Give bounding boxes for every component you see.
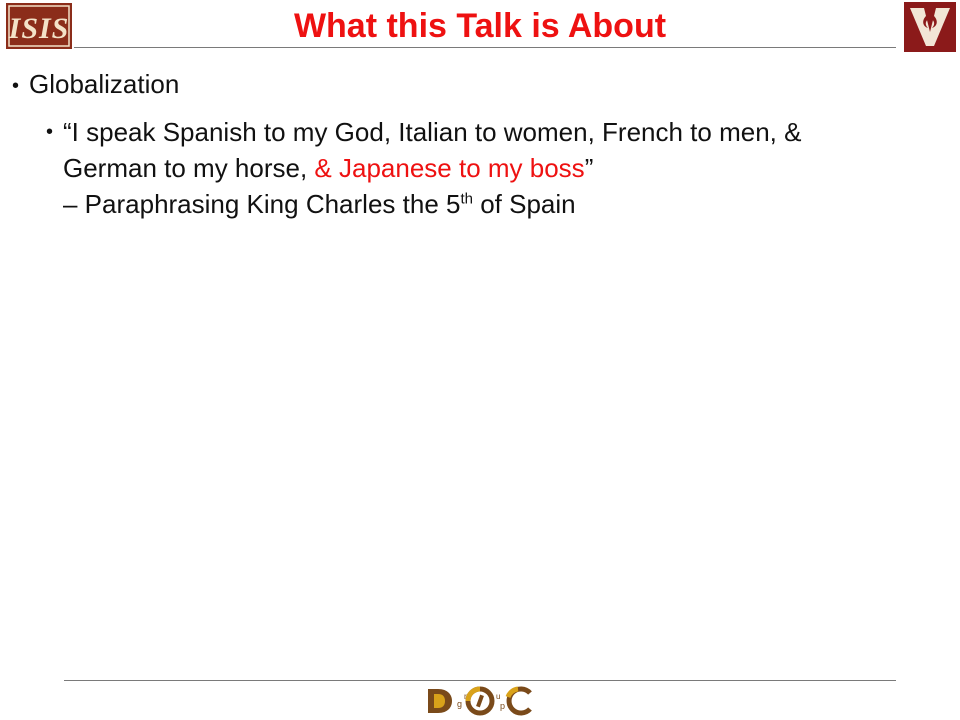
vanderbilt-logo: V [904, 2, 956, 52]
bullet-marker: • [12, 75, 20, 97]
bullet-text-globalization: Globalization [29, 69, 180, 99]
slide-title: What this Talk is About [293, 7, 667, 45]
quote-highlight: & Japanese to my boss [314, 153, 585, 183]
footer-divider [64, 680, 896, 681]
doc-logo-letter-r: r [464, 692, 467, 701]
attribution-text-end: of Spain [472, 189, 576, 219]
quote-close-mark: ” [584, 153, 594, 183]
attribution-superscript: th [460, 190, 473, 208]
doc-logo-letter-u: u [496, 692, 500, 701]
doc-logo-letter-d: D [424, 685, 425, 686]
doc-logo-letter-o: O [424, 685, 425, 686]
title-divider [74, 47, 896, 48]
doc-logo-letter-g: g [457, 699, 462, 709]
bullet-marker: • [46, 121, 54, 143]
attribution-text: – Paraphrasing King Charles the 5 [63, 189, 461, 219]
doc-logo-letter-c: C [424, 685, 425, 686]
doc-group-logo: g r u p D O i C [424, 685, 532, 716]
doc-logo-letter-p: p [500, 701, 505, 711]
doc-logo-letter-i: i [424, 685, 425, 686]
slide: ISIS What this Talk is About V • Globali… [0, 0, 960, 720]
quote-paragraph: “I speak Spanish to my God, Italian to w… [63, 114, 863, 222]
